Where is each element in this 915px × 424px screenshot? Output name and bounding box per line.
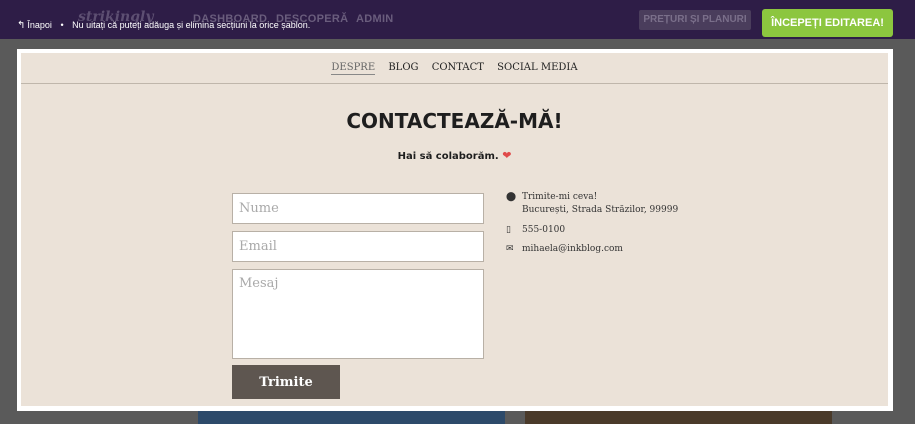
phone-icon: ▯ [506,225,511,235]
site-nav-blog[interactable]: BLOG [388,62,418,74]
site-nav-about[interactable]: DESPRE [331,62,376,75]
site-nav-contact[interactable]: CONTACT [432,62,484,74]
nav-admin[interactable]: ADMIN [356,13,394,25]
back-link[interactable]: ↰ Înapoi [17,20,54,31]
section-title: CONTACTEAZĂ-MĂ! [346,109,563,133]
back-arrow-icon: ↰ [17,20,26,31]
address-line-2: București, Strada Străzilor, 99999 [522,205,679,215]
section-subtitle: Hai să colaborăm. ❤ [21,149,888,162]
location-pin-icon: ⬤ [506,192,517,202]
email-input[interactable] [232,231,484,262]
email-info: ✉ mihaela@inkblog.com [506,243,623,256]
address-line-1: Trimite-mi ceva! [522,192,598,202]
phone-number: 555-0100 [522,225,566,235]
name-input[interactable] [232,193,484,224]
tip-text: Nu uitați că puteți adăuga și elimina se… [72,20,311,30]
background-tile-right [525,410,832,424]
heart-icon: ❤ [502,149,512,162]
submit-button[interactable]: Trimite [232,365,340,399]
subtitle-text: Hai să colaborăm. [397,151,499,162]
separator-dot: • [60,20,64,30]
contact-section: DESPRE BLOG CONTACT SOCIAL MEDIA CONTACT… [21,53,888,406]
pricing-button[interactable]: PREȚURI ȘI PLANURI [639,10,751,30]
template-preview-frame: DESPRE BLOG CONTACT SOCIAL MEDIA CONTACT… [17,49,893,411]
address-info: ⬤ Trimite-mi ceva! București, Strada Străz… [506,191,678,217]
background-tile-left [198,410,505,424]
phone-info: ▯ 555-0100 [506,224,565,237]
envelope-icon: ✉ [506,244,514,254]
back-label: Înapoi [27,20,52,30]
email-address[interactable]: mihaela@inkblog.com [522,243,623,256]
message-textarea[interactable] [232,269,484,359]
back-bar: ↰ Înapoi • Nu uitați că puteți adăuga și … [17,18,310,33]
site-nav-social[interactable]: SOCIAL MEDIA [497,62,577,74]
start-editing-button[interactable]: ÎNCEPEȚI EDITAREA! [762,9,893,37]
site-nav: DESPRE BLOG CONTACT SOCIAL MEDIA [21,53,888,84]
